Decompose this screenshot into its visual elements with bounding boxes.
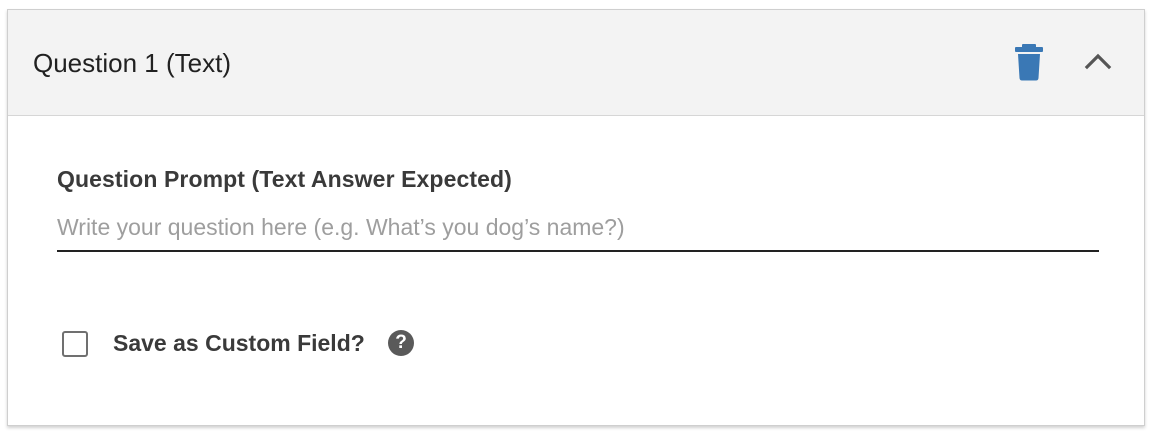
collapse-question-button[interactable] [1081, 46, 1115, 76]
help-circle-icon[interactable]: ? [388, 330, 414, 356]
question-prompt-input[interactable] [57, 204, 1099, 252]
question-card-header[interactable]: Question 1 (Text) [8, 10, 1144, 116]
custom-field-label[interactable]: Save as Custom Field? [113, 330, 365, 357]
question-prompt-label: Question Prompt (Text Answer Expected) [57, 166, 512, 192]
chevron-up-icon [1084, 53, 1112, 70]
question-card-body: Question Prompt (Text Answer Expected) S… [8, 116, 1144, 425]
trash-icon [1015, 44, 1043, 81]
custom-field-checkbox[interactable] [62, 331, 88, 357]
question-card: Question 1 (Text) Question Prompt (Text … [7, 9, 1145, 426]
delete-question-button[interactable] [1012, 42, 1046, 82]
question-title: Question 1 (Text) [33, 48, 231, 78]
